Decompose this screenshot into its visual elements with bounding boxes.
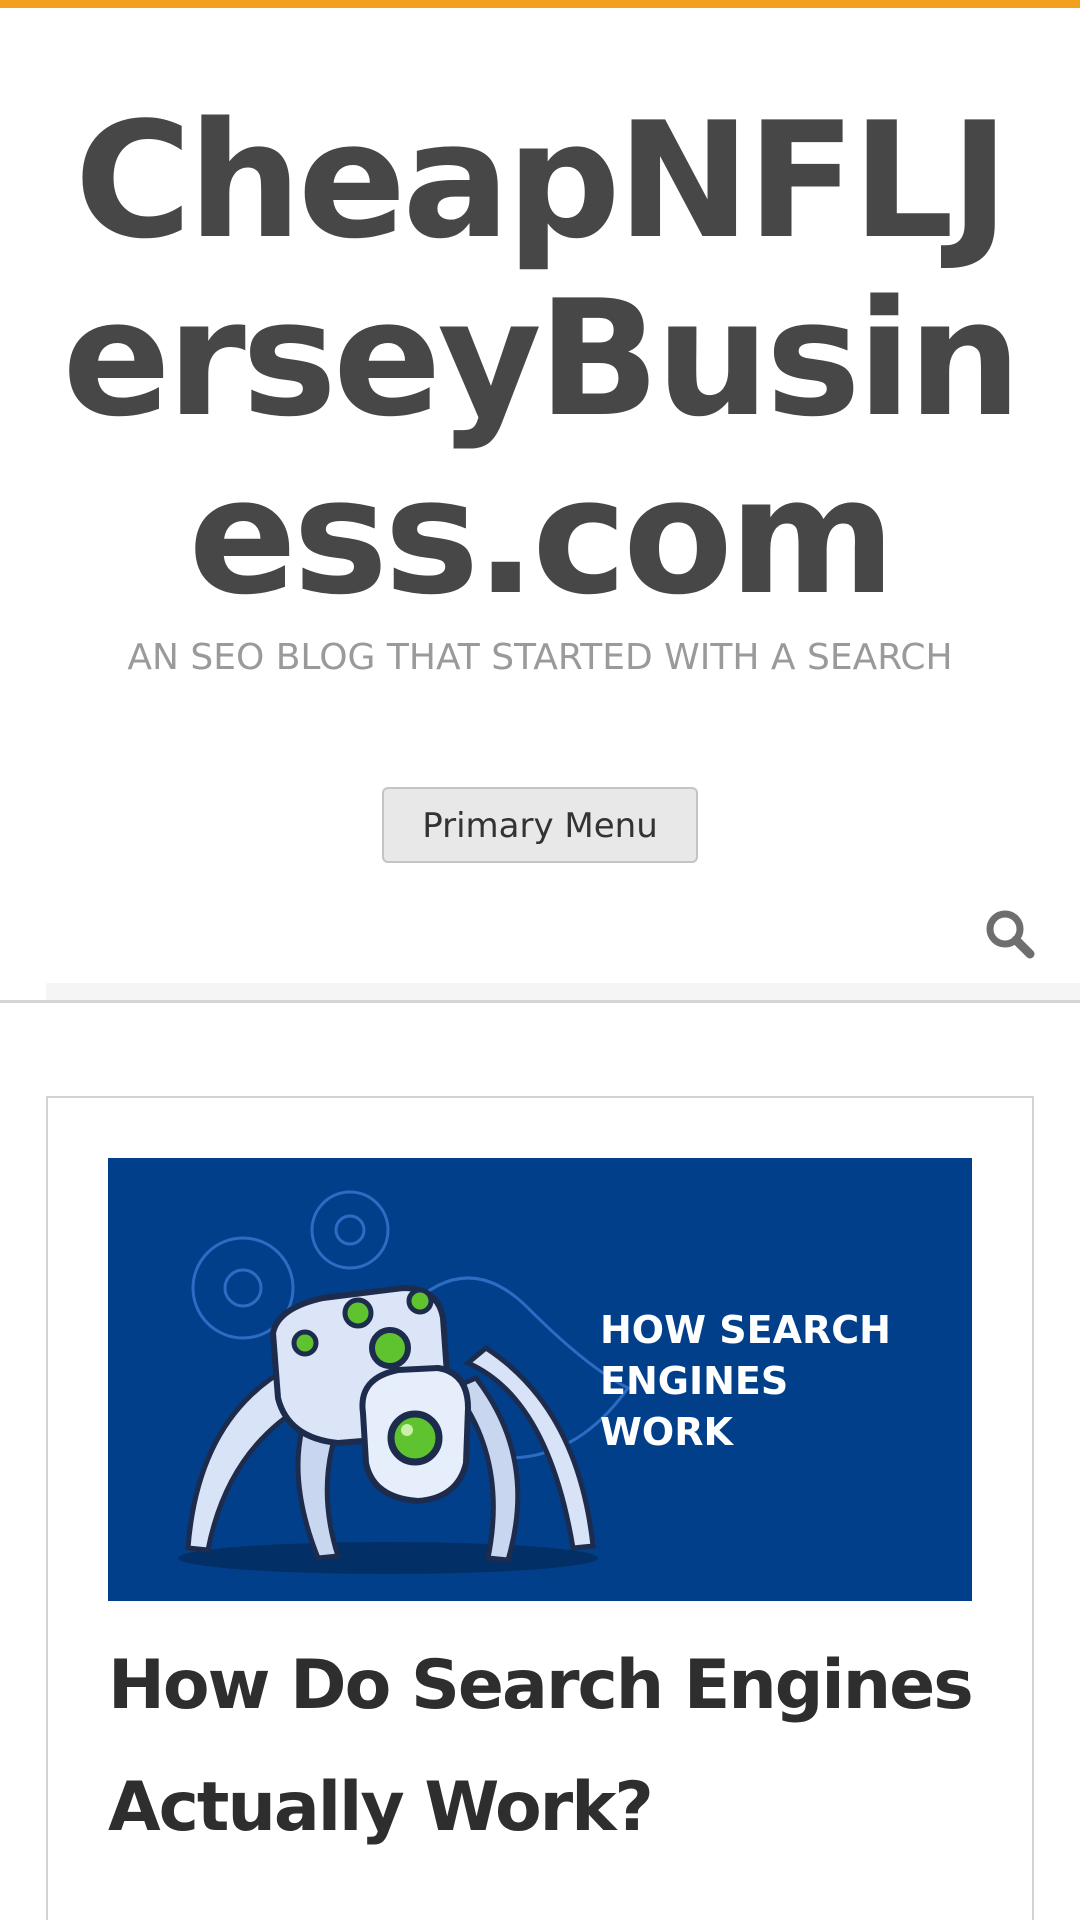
- robot-spider-icon: [185, 1284, 596, 1563]
- site-title[interactable]: CheapNFLJerseyBusiness.com: [30, 92, 1050, 626]
- caption-line-3: WORK: [600, 1410, 734, 1454]
- featured-image-illustration: HOW SEARCH ENGINES WORK: [178, 1190, 891, 1574]
- site-tagline: AN SEO BLOG THAT STARTED WITH A SEARCH: [127, 637, 953, 678]
- featured-image-caption: HOW SEARCH ENGINES WORK: [600, 1308, 891, 1454]
- search-icon: [986, 910, 1035, 959]
- header-divider: [0, 1000, 1080, 1003]
- primary-menu-button[interactable]: Primary Menu: [382, 787, 698, 863]
- post-title-link[interactable]: How Do Search Engines Actually Work?: [108, 1625, 974, 1869]
- featured-image[interactable]: HOW SEARCH ENGINES WORK: [108, 1158, 972, 1601]
- caption-line-2: ENGINES: [600, 1359, 788, 1403]
- search-toggle[interactable]: [982, 906, 1038, 962]
- top-accent-bar: [0, 0, 1080, 8]
- caption-line-1: HOW SEARCH: [600, 1308, 891, 1352]
- page: CheapNFLJerseyBusiness.com AN SEO BLOG T…: [0, 0, 1080, 1920]
